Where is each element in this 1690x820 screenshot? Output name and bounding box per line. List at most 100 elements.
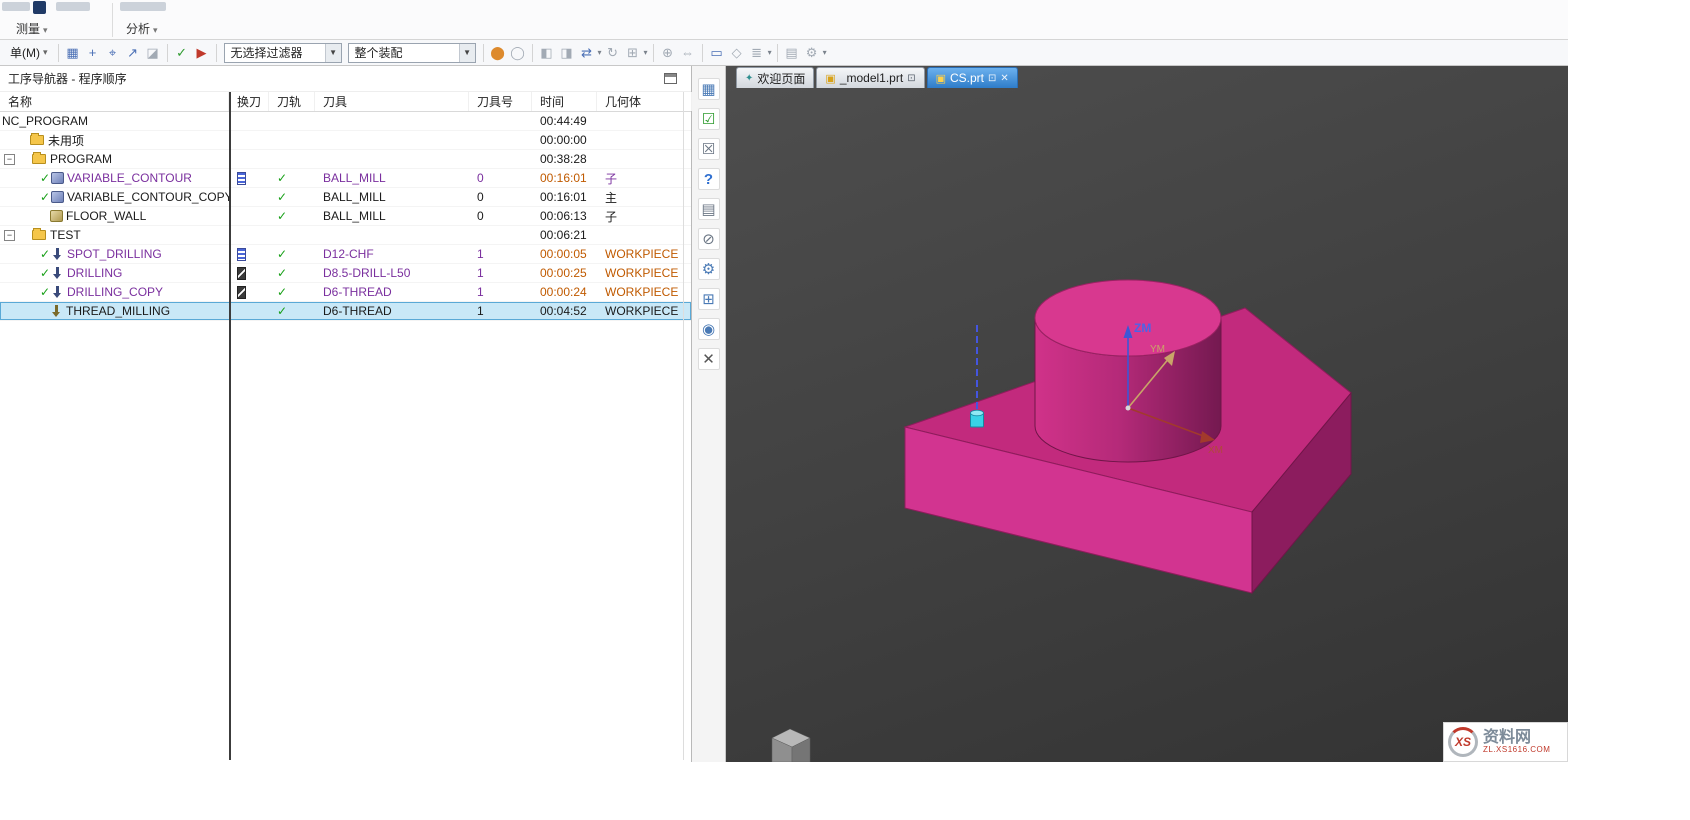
front-view-icon[interactable]: ▭ [707, 43, 727, 63]
folder-icon [30, 133, 44, 145]
assembly-scope-dropdown[interactable]: 整个装配 ▼ [347, 42, 476, 63]
collapse-expander-icon[interactable]: − [4, 229, 15, 241]
plane-icon[interactable]: ◪ [143, 43, 163, 63]
clipped-ribbon-text [56, 2, 90, 11]
table-row[interactable]: FLOOR_WALL ✓ BALL_MILL 0 00:06:13 子 [0, 207, 691, 226]
iso-view-icon[interactable]: ◇ [727, 43, 747, 63]
snapshot-icon[interactable]: ▤ [782, 43, 802, 63]
row-geometry: WORKPIECE [605, 304, 679, 318]
tab-cs-part-active[interactable]: ▣ CS.prt ⊡ ✕ [926, 67, 1018, 88]
restore-panel-icon[interactable] [664, 73, 677, 84]
csys-origin[interactable] [1125, 405, 1131, 411]
toolpath-check-icon: ✓ [277, 266, 288, 280]
column-header-toolpath[interactable]: 刀轨 [269, 92, 315, 111]
toolpath-check-icon: ✓ [277, 171, 288, 185]
assembly-scope-value: 整个装配 [354, 46, 403, 60]
table-row-selected[interactable]: THREAD_MILLING ✓ D6-THREAD 1 00:04:52 WO… [0, 302, 691, 321]
axis-y-label: YM [1150, 344, 1165, 355]
table-row[interactable]: 未用项 00:00:00 [0, 131, 691, 150]
tab-model1-part[interactable]: ▣ _model1.prt ⊡ [816, 67, 925, 88]
column-header-time[interactable]: 时间 [532, 92, 597, 111]
part-icon: ▣ [935, 72, 946, 85]
pan-icon[interactable]: ⇔ [678, 43, 698, 63]
unused-filter-icon[interactable]: ⊘ [697, 228, 720, 250]
documentation-icon[interactable]: ▤ [697, 198, 720, 220]
close-icon[interactable]: ✕ [1000, 73, 1008, 84]
chevron-down-icon[interactable]: ▾ [823, 48, 827, 57]
chevron-down-icon[interactable]: ▾ [598, 48, 602, 57]
table-row[interactable]: − TEST 00:06:21 [0, 226, 691, 245]
swap-view-icon[interactable]: ⇄ [577, 43, 597, 63]
column-header-tool-number[interactable]: 刀具号 [469, 92, 532, 111]
point-snap-icon[interactable]: ⌖ [103, 43, 123, 63]
folder-icon [32, 228, 46, 240]
row-tool: BALL_MILL [323, 209, 386, 223]
row-tool: BALL_MILL [323, 190, 386, 204]
chevron-down-icon: ▼ [324, 43, 341, 62]
shaded-ball-icon[interactable]: ⬤ [488, 43, 508, 63]
section-view-icon[interactable]: ◧ [537, 43, 557, 63]
measure-group-button[interactable]: 测量 ▾ [16, 20, 48, 37]
tab-welcome-page[interactable]: ✦ 欢迎页面 [736, 67, 815, 88]
drilling-op-icon [51, 267, 64, 279]
clip-section-icon[interactable]: ◨ [557, 43, 577, 63]
column-resize-divider[interactable] [229, 92, 231, 760]
zoom-icon[interactable]: ⊕ [658, 43, 678, 63]
column-header-geometry[interactable]: 几何体 [597, 92, 692, 111]
menu-label: 单(M) [10, 46, 40, 60]
row-tool: D6-THREAD [323, 285, 392, 299]
part-navigator-icon[interactable]: ☑ [697, 108, 720, 130]
toolbar-separator [166, 43, 168, 62]
chevron-down-icon[interactable]: ▾ [644, 48, 648, 57]
column-header-tool[interactable]: 刀具 [315, 92, 469, 111]
analysis-group-button[interactable]: 分析 ▾ [126, 20, 158, 37]
table-row[interactable]: ✓ SPOT_DRILLING ✓ D12-CHF 1 00:00:05 WORK… [0, 245, 691, 264]
resource-bar: ▦ ☑ ☒ ? ▤ ⊘ ⚙ ⊞ ◉ ✕ [692, 66, 726, 762]
machining-wizard-icon[interactable]: ⚙ [697, 258, 720, 280]
toolbar-separator [57, 43, 59, 62]
selection-filter-dropdown[interactable]: 无选择过滤器 ▼ [223, 42, 342, 63]
close-panel-icon[interactable]: ✕ [697, 348, 720, 370]
spot-drilling-op-icon [51, 248, 64, 260]
chevron-down-icon: ▾ [153, 25, 158, 35]
settings-icon[interactable]: ⚙ [802, 43, 822, 63]
drilling-copy-op-icon [51, 286, 64, 298]
collapse-expander-icon[interactable]: − [4, 153, 15, 165]
fit-view-icon[interactable]: ⊞ [623, 43, 643, 63]
menu-button[interactable]: 单(M) ▾ [4, 42, 54, 63]
graphics-viewport[interactable]: ✦ 欢迎页面 ▣ _model1.prt ⊡ ▣ CS.prt ⊡ ✕ ZM Y… [726, 66, 1568, 762]
table-row[interactable]: ✓ VARIABLE_CONTOUR ✓ BALL_MILL 0 00:16:01… [0, 169, 691, 188]
table-header: 名称 换刀 刀轨 刀具 刀具号 时间 几何体 [0, 92, 692, 112]
column-header-tool-change[interactable]: 换刀 [229, 92, 269, 111]
operation-navigator-icon[interactable]: ⊞ [697, 288, 720, 310]
detach-window-icon[interactable]: ⊡ [988, 73, 996, 84]
layers-icon[interactable]: ≣ [747, 43, 767, 63]
row-name: PROGRAM [50, 152, 113, 166]
column-header-name[interactable]: 名称 [0, 92, 229, 111]
toolpath-check-icon: ✓ [277, 285, 288, 299]
chevron-down-icon[interactable]: ▾ [768, 48, 772, 57]
row-time: 00:38:28 [540, 152, 587, 166]
table-row[interactable]: ✓ DRILLING_COPY ✓ D6-THREAD 1 00:00:24 WO… [0, 283, 691, 302]
help-icon[interactable]: ? [697, 168, 720, 190]
table-row[interactable]: ✓ VARIABLE_CONTOUR_COPY ✓ BALL_MILL 0 00:… [0, 188, 691, 207]
row-tool-number: 1 [477, 285, 484, 299]
row-time: 00:44:49 [540, 114, 587, 128]
vector-icon[interactable]: ↗ [123, 43, 143, 63]
row-tool-number: 0 [477, 209, 484, 223]
grid-snap-icon[interactable]: ▦ [63, 43, 83, 63]
tool-top-face [970, 409, 984, 417]
roles-icon[interactable]: ◉ [697, 318, 720, 340]
rotate-view-icon[interactable]: ↻ [603, 43, 623, 63]
detach-window-icon[interactable]: ⊡ [907, 73, 915, 84]
table-row[interactable]: − PROGRAM 00:38:28 [0, 150, 691, 169]
wireframe-ball-icon[interactable]: ◯ [508, 43, 528, 63]
row-name: NC_PROGRAM [2, 114, 89, 128]
simulate-play-icon[interactable]: ▶ [192, 43, 212, 63]
assembly-navigator-icon[interactable]: ▦ [697, 78, 720, 100]
constraint-navigator-icon[interactable]: ☒ [697, 138, 720, 160]
mcs-check-icon[interactable]: ✓ [172, 43, 192, 63]
table-row[interactable]: NC_PROGRAM 00:44:49 [0, 112, 691, 131]
csys-icon[interactable]: + [83, 43, 103, 63]
table-row[interactable]: ✓ DRILLING ✓ D8.5-DRILL-L50 1 00:00:25 WO… [0, 264, 691, 283]
